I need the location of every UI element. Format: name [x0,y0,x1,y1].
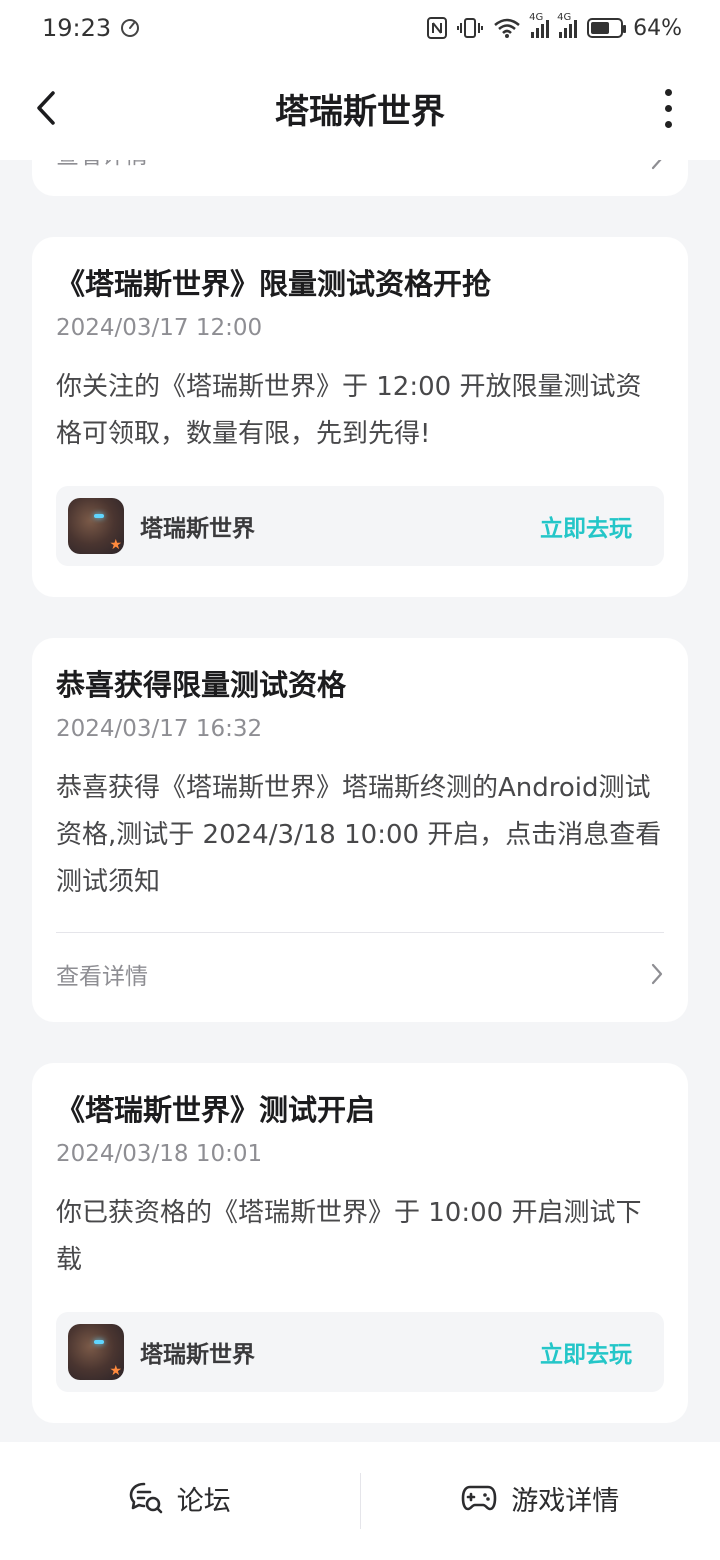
battery-icon [587,18,627,38]
message-title: 《塔瑞斯世界》测试开启 [56,1093,376,1127]
signal-2-label: 4G [557,12,572,23]
status-bar: 19:23 4G 4G 64% [0,0,720,56]
message-date: 2024/03/18 10:01 [56,1141,263,1167]
gamepad-icon [461,1485,497,1511]
forum-button[interactable]: 论坛 [0,1442,360,1560]
game-details-button[interactable]: 游戏详情 [361,1442,720,1560]
wifi-icon [494,18,520,38]
message-list[interactable]: 查看详情 《塔瑞斯世界》限量测试资格开抢 2024/03/17 12:00 你关… [0,0,720,1442]
view-detail-label: 查看详情 [56,964,148,990]
page-title: 塔瑞斯世界 [275,91,445,132]
message-date: 2024/03/17 12:00 [56,315,263,341]
play-now-button[interactable]: 立即去玩 [540,1335,632,1369]
message-body: 你已获资格的《塔瑞斯世界》于 10:00 开启测试下载 [56,1198,642,1275]
more-dot-icon [664,88,672,96]
message-body: 你关注的《塔瑞斯世界》于 12:00 开放限量测试资格可领取，数量有限，先到先得… [56,372,642,449]
back-button[interactable] [28,86,64,130]
forum-label: 论坛 [176,1485,231,1517]
message-title: 《塔瑞斯世界》限量测试资格开抢 [56,267,492,301]
game-app-icon: ★ [68,1324,124,1380]
game-row[interactable]: ★ 塔瑞斯世界 立即去玩 [56,486,664,566]
game-details-label: 游戏详情 [511,1485,620,1517]
message-card[interactable]: 《塔瑞斯世界》限量测试资格开抢 2024/03/17 12:00 你关注的《塔瑞… [32,237,688,597]
top-navigation-bar: 塔瑞斯世界 [0,56,720,160]
game-app-icon: ★ [68,498,124,554]
bottom-action-bar: 论坛 游戏详情 [0,1442,720,1560]
message-card[interactable]: 恭喜获得限量测试资格 2024/03/17 16:32 恭喜获得《塔瑞斯世界》塔… [32,638,688,1022]
vibrate-icon [457,18,484,38]
cell-signal-1-icon: 4G [529,12,550,38]
game-name: 塔瑞斯世界 [140,1342,255,1368]
battery-percent: 64% [633,15,682,41]
more-dot-icon [664,120,672,128]
message-date: 2024/03/17 16:32 [56,716,263,742]
more-dot-icon [664,104,672,112]
nfc-icon [427,17,448,39]
status-time: 19:23 [42,14,112,42]
game-name: 塔瑞斯世界 [140,516,255,542]
view-detail-row[interactable]: 查看详情 [56,933,664,1015]
message-title: 恭喜获得限量测试资格 [56,668,347,702]
more-options-button[interactable] [656,86,680,130]
play-now-button[interactable]: 立即去玩 [540,509,632,543]
signal-1-label: 4G [529,12,544,23]
message-body: 恭喜获得《塔瑞斯世界》塔瑞斯终测的Android测试资格,测试于 2024/3/… [56,773,662,897]
forum-chat-icon [129,1482,163,1514]
chevron-right-icon [651,963,663,985]
back-arrow-icon [37,91,55,125]
game-row[interactable]: ★ 塔瑞斯世界 立即去玩 [56,1312,664,1392]
speed-gauge-icon [121,19,140,37]
message-card[interactable]: 《塔瑞斯世界》测试开启 2024/03/18 10:01 你已获资格的《塔瑞斯世… [32,1063,688,1423]
cell-signal-2-icon: 4G [557,12,578,38]
